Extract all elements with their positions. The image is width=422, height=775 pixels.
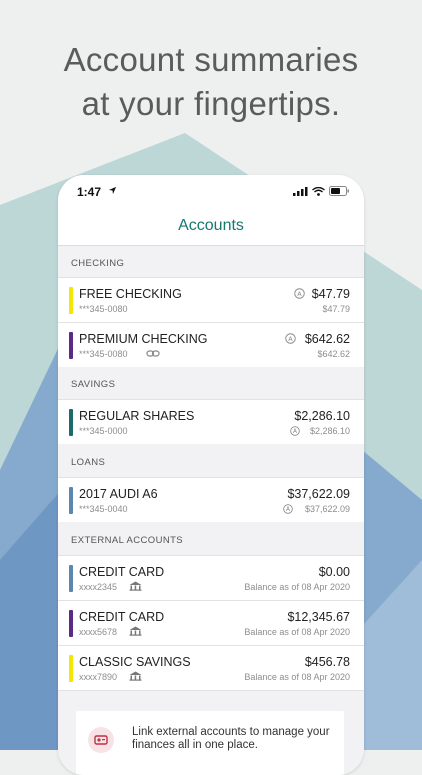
account-color-bar [69,610,73,637]
account-balance-date: Balance as of 08 Apr 2020 [244,627,350,637]
account-row-credit-card-5678[interactable]: CREDIT CARD xxxx5678 $12,345.67 Balance … [58,600,364,645]
account-row-credit-card-2345[interactable]: CREDIT CARD xxxx2345 $0.00 Balance as of… [58,555,364,600]
account-sub-balance: $2,286.10 [309,426,350,436]
account-color-bar [69,332,73,359]
headline-line-1: Account summaries [63,41,359,78]
account-balance: $37,622.09 [287,487,350,501]
account-sub-balance: $47.79 [322,304,350,314]
bank-icon [129,581,142,591]
link-accounts-icon [88,727,114,753]
available-balance-icon: A [285,333,296,344]
cellular-signal-icon [293,186,308,196]
account-sub-balance: $642.62 [317,349,350,359]
account-color-bar [69,409,73,436]
status-bar: 1:47 [58,175,364,209]
account-name: 2017 AUDI A6 [79,487,158,501]
phone-screen: 1:47 Accounts CHECKING FREE CHECKING ***… [58,175,364,775]
section-header-loans: LOANS [71,457,106,468]
page-title: Accounts [178,217,244,234]
account-row-audi-loan[interactable]: 2017 AUDI A6 ***345-0040 $37,622.09 A $3… [58,477,364,522]
account-number: ***345-0080 [79,349,128,359]
account-balance: $456.78 [304,655,350,669]
headline: Account summaries at your fingertips. [0,38,422,126]
available-balance-icon: A [283,504,293,514]
status-time: 1:47 [77,185,102,199]
account-balance: $642.62 [304,332,350,346]
headline-line-2: at your fingertips. [81,85,341,122]
account-balance: $12,345.67 [287,610,350,624]
account-row-premium-checking[interactable]: PREMIUM CHECKING ***345-0080 A $642.62 $… [58,322,364,367]
account-number: ***345-0040 [79,504,128,514]
account-name: CLASSIC SAVINGS [79,655,191,669]
svg-text:A: A [288,335,293,343]
account-color-bar [69,565,73,592]
account-color-bar [69,487,73,514]
svg-text:A: A [297,290,302,298]
available-balance-icon: A [294,288,305,299]
account-name: REGULAR SHARES [79,409,195,423]
account-sub-balance: $37,622.09 [304,504,350,514]
section-header-checking: CHECKING [71,258,125,269]
bank-icon [129,671,142,681]
link-accounts-text: Link external accounts to manage your fi… [132,726,330,751]
account-number: ***345-0000 [79,426,128,436]
wifi-icon [312,186,325,196]
account-name: PREMIUM CHECKING [79,332,208,346]
link-icon [146,350,160,357]
account-row-regular-shares[interactable]: REGULAR SHARES ***345-0000 $2,286.10 A $… [58,399,364,444]
available-balance-icon: A [290,426,300,436]
account-number: xxxx5678 [79,627,118,637]
account-row-classic-savings[interactable]: CLASSIC SAVINGS xxxx7890 $456.78 Balance… [58,645,364,691]
section-header-savings: SAVINGS [71,379,116,390]
account-number: xxxx7890 [79,672,118,682]
nav-bar: Accounts [58,209,364,246]
account-balance-date: Balance as of 08 Apr 2020 [244,582,350,592]
account-number: xxxx2345 [79,582,118,592]
account-name: CREDIT CARD [79,565,165,579]
account-name: FREE CHECKING [79,287,182,301]
account-balance: $2,286.10 [294,409,350,423]
account-row-free-checking[interactable]: FREE CHECKING ***345-0080 A $47.79 $47.7… [58,277,364,322]
battery-icon [329,186,349,196]
bank-icon [129,626,142,636]
account-number: ***345-0080 [79,304,128,314]
account-name: CREDIT CARD [79,610,165,624]
account-balance-date: Balance as of 08 Apr 2020 [244,672,350,682]
account-color-bar [69,287,73,314]
location-arrow-icon [108,186,117,195]
account-color-bar [69,655,73,682]
section-header-external-accounts: EXTERNAL ACCOUNTS [71,535,184,546]
account-balance: $0.00 [318,565,350,579]
svg-text:A: A [293,429,297,435]
link-external-accounts-card[interactable]: Link external accounts to manage your fi… [76,711,344,775]
svg-text:A: A [286,507,290,513]
account-balance: $47.79 [311,287,350,301]
